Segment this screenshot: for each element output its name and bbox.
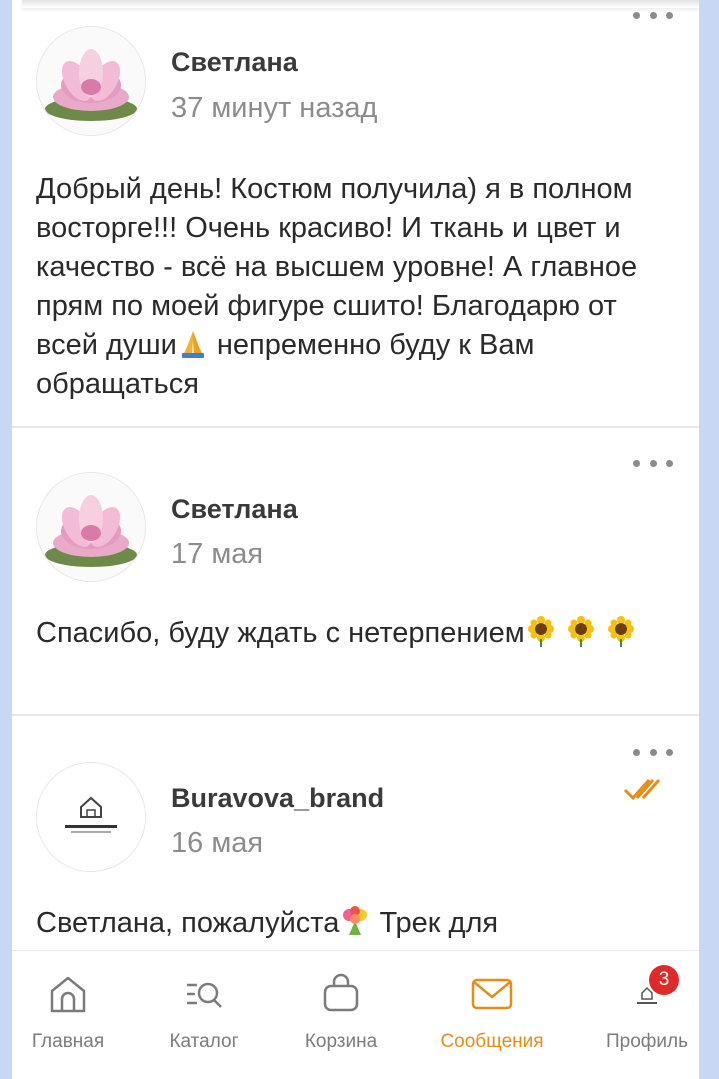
- message-text: Добрый день! Костюм получила) я в полном…: [36, 170, 676, 404]
- avatar[interactable]: [36, 26, 146, 136]
- message-time: 17 мая: [171, 538, 264, 570]
- message-time: 16 мая: [171, 827, 264, 859]
- messages-page: Светлана 37 минут назад Добрый день! Кос…: [12, 0, 699, 1079]
- nav-item-cart[interactable]: Корзина: [281, 971, 401, 1053]
- message-text: Спасибо, буду ждать с нетерпением: [36, 614, 676, 653]
- bouquet-emoji-icon: [343, 906, 368, 935]
- praying-hands-emoji-icon: [181, 331, 204, 358]
- nav-item-home[interactable]: Главная: [12, 971, 128, 1053]
- nav-label: Сообщения: [440, 1031, 544, 1052]
- nav-label: Каталог: [169, 1031, 239, 1052]
- sunflower-emoji-icon: [607, 616, 634, 647]
- message-time: 37 минут назад: [171, 92, 378, 124]
- catalog-search-icon: [187, 982, 222, 1008]
- sunflower-emoji-icon: [567, 616, 594, 647]
- more-options-icon[interactable]: [633, 458, 673, 468]
- divider: [12, 426, 699, 428]
- avatar[interactable]: [36, 762, 146, 872]
- notification-badge: 3: [649, 965, 679, 995]
- message-author: Buravova_brand: [171, 783, 385, 813]
- sunflower-emoji-icon: [527, 616, 554, 647]
- lotus-avatar-image: [37, 473, 145, 581]
- previous-message-edge: [22, 0, 699, 8]
- cart-bag-icon: [323, 973, 359, 1012]
- home-icon: [50, 976, 86, 1013]
- more-options-icon[interactable]: [633, 10, 673, 20]
- nav-label: Профиль: [605, 1031, 689, 1052]
- nav-item-profile[interactable]: 3 Профиль: [587, 965, 699, 1053]
- read-double-check-icon: [623, 779, 661, 801]
- more-options-icon[interactable]: [633, 747, 673, 757]
- nav-label: Корзина: [304, 1031, 378, 1052]
- mail-icon: [471, 978, 513, 1010]
- lotus-avatar-image: [37, 27, 145, 135]
- divider: [12, 714, 699, 716]
- brand-logo-icon: [37, 763, 145, 871]
- message-text-part: Трек для: [371, 907, 499, 939]
- nav-item-messages[interactable]: Сообщения: [432, 971, 552, 1053]
- bottom-navigation: Главная Каталог Корзина Сообщения 3 Проф…: [12, 950, 699, 1079]
- nav-label: Главная: [31, 1031, 105, 1052]
- message-text: Светлана, пожалуйста Трек для: [36, 904, 676, 943]
- avatar[interactable]: [36, 472, 146, 582]
- message-text-part: Светлана, пожалуйста: [36, 907, 340, 939]
- message-text-part: Спасибо, буду ждать с нетерпением: [36, 617, 525, 649]
- message-author: Светлана: [171, 47, 298, 77]
- nav-item-catalog[interactable]: Каталог: [144, 971, 264, 1053]
- message-author: Светлана: [171, 494, 298, 524]
